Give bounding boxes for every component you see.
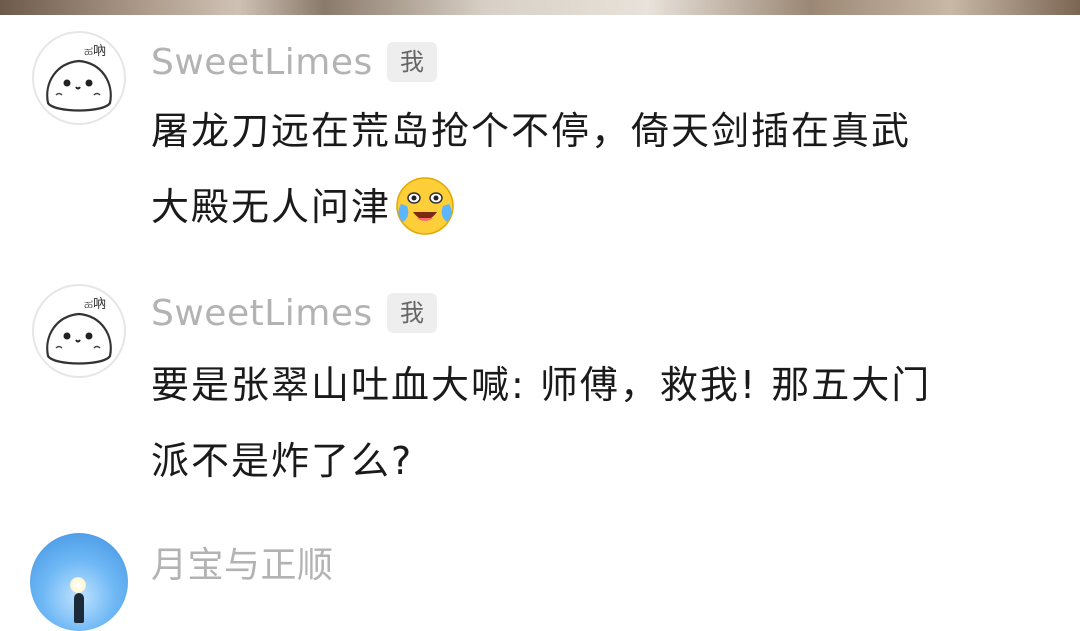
person-silhouette-icon xyxy=(74,593,84,623)
comment-username[interactable]: 月宝与正顺 xyxy=(151,536,334,588)
comment-text-line-2: 大殿无人问津 xyxy=(151,169,1051,245)
comment-text-line: 屠龙刀远在荒岛抢个不停，倚天剑插在真武 xyxy=(151,109,912,153)
sun-icon xyxy=(70,577,86,593)
me-badge: 我 xyxy=(387,293,437,333)
me-badge: 我 xyxy=(387,42,437,82)
user-avatar[interactable]: ಹ吶 xyxy=(32,284,126,378)
user-avatar[interactable]: ಹ吶 xyxy=(32,31,126,125)
cartoon-bun-icon: ಹ吶 xyxy=(46,296,112,365)
comment-text-line: 大殿无人问津 xyxy=(151,185,392,229)
comment-text-line: 要是张翠山吐血大喊: 师傅，救我! 那五大门 xyxy=(151,363,932,407)
crying-laughing-emoji-icon xyxy=(396,176,454,235)
comment-text: 要是张翠山吐血大喊: 师傅，救我! 那五大门 派不是炸了么? xyxy=(151,347,1051,499)
comment-text-line: 派不是炸了么? xyxy=(151,439,414,483)
svg-text:ಹ吶: ಹ吶 xyxy=(84,43,106,59)
svg-text:ಹ吶: ಹ吶 xyxy=(84,296,106,312)
video-thumbnail-strip xyxy=(0,0,1080,15)
cartoon-bun-icon: ಹ吶 xyxy=(46,43,112,112)
comment-username[interactable]: SweetLimes xyxy=(151,42,373,83)
comment-text: 屠龙刀远在荒岛抢个不停，倚天剑插在真武 大殿无人问津 xyxy=(151,93,1051,245)
user-avatar[interactable] xyxy=(30,533,128,631)
comment-username[interactable]: SweetLimes xyxy=(151,293,373,334)
